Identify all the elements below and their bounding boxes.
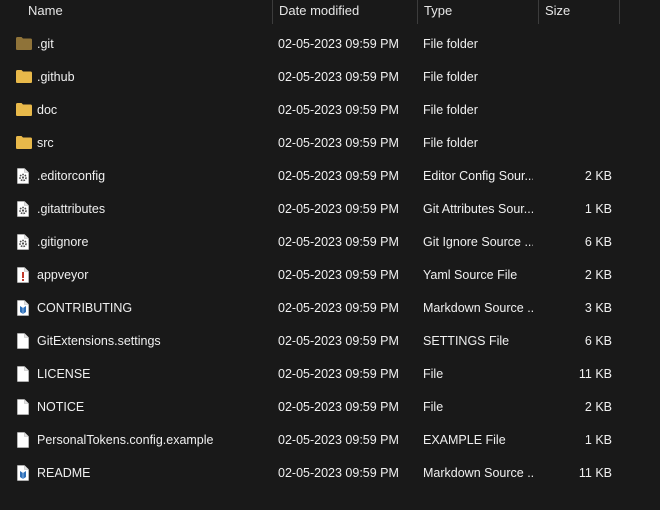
folder-icon — [16, 135, 34, 152]
file-row[interactable]: GitExtensions.settings 02-05-2023 09:59 … — [0, 325, 660, 358]
column-header-type[interactable]: Type — [418, 0, 538, 24]
folder-git-icon — [16, 36, 34, 53]
file-size: 1 KB — [584, 433, 612, 447]
file-row[interactable]: src 02-05-2023 09:59 PM File folder — [0, 127, 660, 160]
file-type: Editor Config Sour... — [423, 169, 533, 183]
file-name: .gitignore — [37, 235, 89, 249]
file-row[interactable]: NOTICE 02-05-2023 09:59 PM File 2 KB — [0, 391, 660, 424]
column-header-row: Name ^ Date modified Type Size — [0, 0, 660, 24]
file-type: Markdown Source ... — [423, 466, 533, 480]
column-header-date-label: Date modified — [279, 3, 360, 18]
file-date-modified: 02-05-2023 09:59 PM — [278, 334, 399, 348]
file-size — [540, 61, 612, 94]
file-row[interactable]: doc 02-05-2023 09:59 PM File folder — [0, 94, 660, 127]
file-list: .git 02-05-2023 09:59 PM File folder .gi… — [0, 28, 660, 490]
file-size — [540, 94, 612, 127]
file-name: README — [37, 466, 91, 480]
file-type: Git Attributes Sour... — [423, 202, 533, 216]
file-type: Git Ignore Source ... — [423, 235, 533, 249]
file-row[interactable]: PersonalTokens.config.example 02-05-2023… — [0, 424, 660, 457]
column-header-name[interactable]: Name — [22, 0, 272, 24]
file-date-modified: 02-05-2023 09:59 PM — [278, 400, 399, 414]
file-size: 3 KB — [584, 301, 612, 315]
file-row[interactable]: .editorconfig 02-05-2023 09:59 PM Editor… — [0, 160, 660, 193]
file-date-modified: 02-05-2023 09:59 PM — [278, 202, 399, 216]
file-date-modified: 02-05-2023 09:59 PM — [278, 466, 399, 480]
file-type: File folder — [423, 70, 478, 84]
file-type: File folder — [423, 103, 478, 117]
file-size: 6 KB — [584, 235, 612, 249]
folder-icon — [16, 69, 34, 86]
file-name: src — [37, 136, 54, 150]
gear-file-icon — [16, 168, 34, 185]
file-date-modified: 02-05-2023 09:59 PM — [278, 301, 399, 315]
file-row[interactable]: .github 02-05-2023 09:59 PM File folder — [0, 61, 660, 94]
file-size: 6 KB — [584, 334, 612, 348]
file-type: File folder — [423, 136, 478, 150]
file-date-modified: 02-05-2023 09:59 PM — [278, 169, 399, 183]
file-type: Markdown Source ... — [423, 301, 533, 315]
file-name: PersonalTokens.config.example — [37, 433, 214, 447]
file-date-modified: 02-05-2023 09:59 PM — [278, 235, 399, 249]
file-name: .git — [37, 37, 54, 51]
file-row[interactable]: README 02-05-2023 09:59 PM Markdown Sour… — [0, 457, 660, 490]
file-explorer-details-view: Name ^ Date modified Type Size .git 02-0… — [0, 0, 660, 510]
file-type: File — [423, 400, 444, 414]
blank-file-icon — [16, 399, 34, 416]
file-size: 11 KB — [578, 466, 612, 480]
markdown-file-icon — [16, 465, 34, 482]
folder-icon — [16, 102, 34, 119]
file-date-modified: 02-05-2023 09:59 PM — [278, 433, 399, 447]
sort-ascending-icon: ^ — [144, 0, 148, 2]
blank-file-icon — [16, 366, 34, 383]
column-header-name-label: Name — [28, 3, 63, 18]
file-type: SETTINGS File — [423, 334, 510, 348]
file-type: File — [423, 367, 444, 381]
file-name: CONTRIBUTING — [37, 301, 133, 315]
file-date-modified: 02-05-2023 09:59 PM — [278, 136, 399, 150]
file-name: .gitattributes — [37, 202, 106, 216]
column-divider[interactable] — [619, 0, 620, 24]
file-row[interactable]: .gitignore 02-05-2023 09:59 PM Git Ignor… — [0, 226, 660, 259]
file-size: 2 KB — [584, 400, 612, 414]
blank-file-icon — [16, 333, 34, 350]
file-name: .github — [37, 70, 75, 84]
markdown-file-icon — [16, 300, 34, 317]
file-name: .editorconfig — [37, 169, 106, 183]
yaml-file-icon — [16, 267, 34, 284]
file-size: 2 KB — [584, 268, 612, 282]
file-row[interactable]: .git 02-05-2023 09:59 PM File folder — [0, 28, 660, 61]
file-size: 2 KB — [584, 169, 612, 183]
column-header-size[interactable]: Size — [539, 0, 619, 24]
column-header-size-label: Size — [545, 3, 571, 18]
file-type: EXAMPLE File — [423, 433, 506, 447]
file-name: appveyor — [37, 268, 89, 282]
file-size: 11 KB — [578, 367, 612, 381]
file-row[interactable]: LICENSE 02-05-2023 09:59 PM File 11 KB — [0, 358, 660, 391]
file-date-modified: 02-05-2023 09:59 PM — [278, 37, 399, 51]
file-name: LICENSE — [37, 367, 91, 381]
file-row[interactable]: .gitattributes 02-05-2023 09:59 PM Git A… — [0, 193, 660, 226]
file-date-modified: 02-05-2023 09:59 PM — [278, 268, 399, 282]
gear-file-icon — [16, 234, 34, 251]
file-type: Yaml Source File — [423, 268, 518, 282]
file-row[interactable]: CONTRIBUTING 02-05-2023 09:59 PM Markdow… — [0, 292, 660, 325]
column-header-type-label: Type — [424, 3, 453, 18]
blank-file-icon — [16, 432, 34, 449]
file-date-modified: 02-05-2023 09:59 PM — [278, 367, 399, 381]
file-row[interactable]: appveyor 02-05-2023 09:59 PM Yaml Source… — [0, 259, 660, 292]
file-date-modified: 02-05-2023 09:59 PM — [278, 70, 399, 84]
column-header-date-modified[interactable]: Date modified — [273, 0, 417, 24]
file-size — [540, 127, 612, 160]
gear-file-icon — [16, 201, 34, 218]
file-size — [540, 28, 612, 61]
file-size: 1 KB — [584, 202, 612, 216]
file-date-modified: 02-05-2023 09:59 PM — [278, 103, 399, 117]
file-name: NOTICE — [37, 400, 85, 414]
file-name: doc — [37, 103, 58, 117]
file-type: File folder — [423, 37, 478, 51]
file-name: GitExtensions.settings — [37, 334, 161, 348]
